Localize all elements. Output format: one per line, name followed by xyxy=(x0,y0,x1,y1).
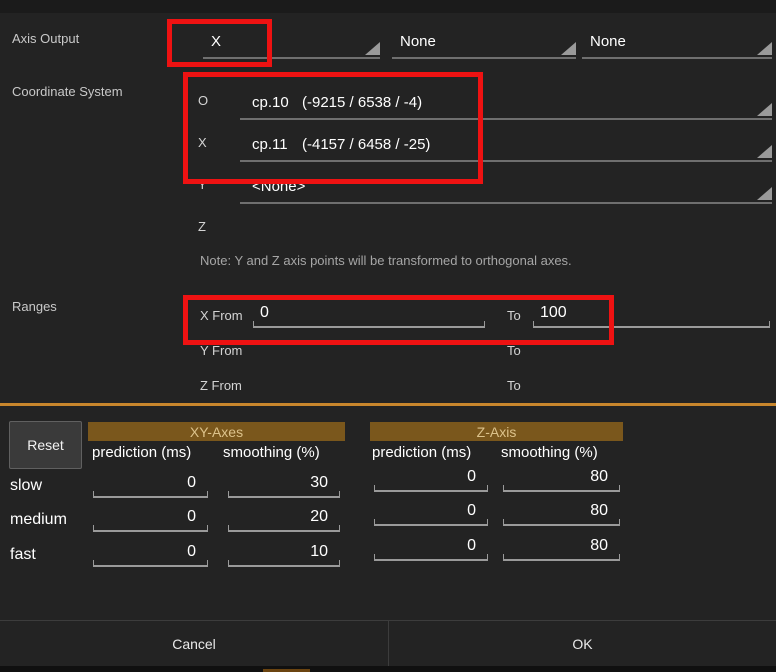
x-to-input[interactable]: 100 xyxy=(533,302,770,328)
y-to-label: To xyxy=(507,343,521,358)
slow-z-smoothing-input[interactable]: 80 xyxy=(503,466,620,492)
section-divider xyxy=(0,403,776,406)
speed-row-label-medium: medium xyxy=(10,511,67,529)
fast-xy-smoothing-value: 10 xyxy=(310,543,328,561)
coordinate-axis-label-o: O xyxy=(198,93,208,108)
fast-xy-prediction-input[interactable]: 0 xyxy=(93,541,208,567)
coordinate-point-y-name: <None> xyxy=(252,178,305,195)
medium-z-prediction-input[interactable]: 0 xyxy=(374,500,488,526)
slow-z-smoothing-value: 80 xyxy=(590,468,608,486)
z-prediction-column-header: prediction (ms) xyxy=(372,444,471,461)
medium-xy-prediction-input[interactable]: 0 xyxy=(93,506,208,532)
dropdown-arrow-icon xyxy=(561,42,576,55)
input-underline xyxy=(228,560,340,567)
y-from-label: Y From xyxy=(200,343,242,358)
orthogonal-axes-note: Note: Y and Z axis points will be transf… xyxy=(200,253,572,268)
fast-z-prediction-input[interactable]: 0 xyxy=(374,535,488,561)
coordinate-point-dropdown-o[interactable]: cp.10 (-9215 / 6538 / -4) xyxy=(240,87,772,120)
dropdown-arrow-icon xyxy=(757,145,772,158)
axis-output-dropdown-2-value: None xyxy=(400,33,436,50)
top-strip xyxy=(0,0,776,13)
dropdown-arrow-icon xyxy=(757,42,772,55)
input-underline xyxy=(374,485,488,492)
medium-z-smoothing-value: 80 xyxy=(590,502,608,520)
axis-output-dropdown-1-value: X xyxy=(211,33,221,50)
input-underline xyxy=(503,485,620,492)
input-underline xyxy=(93,491,208,498)
input-underline xyxy=(533,321,770,328)
medium-xy-smoothing-input[interactable]: 20 xyxy=(228,506,340,532)
slow-z-prediction-value: 0 xyxy=(467,468,476,486)
z-from-label: Z From xyxy=(200,378,242,393)
xy-smoothing-column-header: smoothing (%) xyxy=(223,444,320,461)
xy-prediction-column-header: prediction (ms) xyxy=(92,444,191,461)
ok-button[interactable]: OK xyxy=(389,621,776,666)
coordinate-point-x-coords: (-4157 / 6458 / -25) xyxy=(302,136,430,153)
dropdown-arrow-icon xyxy=(365,42,380,55)
dropdown-arrow-icon xyxy=(757,103,772,116)
input-underline xyxy=(374,519,488,526)
fast-z-smoothing-value: 80 xyxy=(590,537,608,555)
xy-axes-header-label: XY-Axes xyxy=(190,424,243,440)
speed-row-label-fast: fast xyxy=(10,546,36,564)
coordinate-system-label: Coordinate System xyxy=(12,84,123,99)
reset-button-label: Reset xyxy=(27,437,64,453)
ranges-label: Ranges xyxy=(12,299,57,314)
cancel-button[interactable]: Cancel xyxy=(0,621,388,666)
fast-z-smoothing-input[interactable]: 80 xyxy=(503,535,620,561)
z-to-label: To xyxy=(507,378,521,393)
axis-output-dropdown-3-value: None xyxy=(590,33,626,50)
coordinate-axis-label-y: Y xyxy=(198,177,207,192)
medium-xy-prediction-value: 0 xyxy=(187,508,196,526)
z-axis-header: Z-Axis xyxy=(370,422,623,441)
coordinate-point-x-name: cp.11 xyxy=(252,136,288,153)
dropdown-arrow-icon xyxy=(757,187,772,200)
slow-xy-prediction-value: 0 xyxy=(187,474,196,492)
slow-xy-smoothing-input[interactable]: 30 xyxy=(228,472,340,498)
input-underline xyxy=(228,491,340,498)
medium-z-prediction-value: 0 xyxy=(467,502,476,520)
slow-xy-prediction-input[interactable]: 0 xyxy=(93,472,208,498)
fast-xy-prediction-value: 0 xyxy=(187,543,196,561)
input-underline xyxy=(503,519,620,526)
fast-xy-smoothing-input[interactable]: 10 xyxy=(228,541,340,567)
axis-output-label: Axis Output xyxy=(12,31,79,46)
coordinate-point-dropdown-x[interactable]: cp.11 (-4157 / 6458 / -25) xyxy=(240,129,772,162)
coordinate-axis-label-x: X xyxy=(198,135,207,150)
x-from-value: 0 xyxy=(260,304,269,322)
x-to-value: 100 xyxy=(540,304,567,322)
reset-button[interactable]: Reset xyxy=(9,421,82,469)
bottom-strip xyxy=(0,666,776,672)
cancel-button-label: Cancel xyxy=(172,636,216,652)
coordinate-point-o-name: cp.10 xyxy=(252,94,289,111)
input-underline xyxy=(503,554,620,561)
x-from-label: X From xyxy=(200,308,243,323)
axis-output-dropdown-2[interactable]: None xyxy=(392,26,576,59)
input-underline xyxy=(93,525,208,532)
ok-button-label: OK xyxy=(572,636,592,652)
coordinate-point-o-coords: (-9215 / 6538 / -4) xyxy=(302,94,422,111)
slow-xy-smoothing-value: 30 xyxy=(310,474,328,492)
input-underline xyxy=(253,321,485,328)
fast-z-prediction-value: 0 xyxy=(467,537,476,555)
x-from-input[interactable]: 0 xyxy=(253,302,485,328)
slow-z-prediction-input[interactable]: 0 xyxy=(374,466,488,492)
input-underline xyxy=(93,560,208,567)
xy-axes-header: XY-Axes xyxy=(88,422,345,441)
input-underline xyxy=(374,554,488,561)
medium-z-smoothing-input[interactable]: 80 xyxy=(503,500,620,526)
z-axis-header-label: Z-Axis xyxy=(477,424,517,440)
axis-output-dropdown-3[interactable]: None xyxy=(582,26,772,59)
axis-settings-dialog: Axis Output X None None Coordinate Syste… xyxy=(0,0,776,672)
axis-output-dropdown-1[interactable]: X xyxy=(203,26,380,59)
z-smoothing-column-header: smoothing (%) xyxy=(501,444,598,461)
x-to-label: To xyxy=(507,308,521,323)
coordinate-point-dropdown-y[interactable]: <None> xyxy=(240,171,772,204)
speed-row-label-slow: slow xyxy=(10,477,42,495)
medium-xy-smoothing-value: 20 xyxy=(310,508,328,526)
input-underline xyxy=(228,525,340,532)
coordinate-axis-label-z: Z xyxy=(198,219,206,234)
